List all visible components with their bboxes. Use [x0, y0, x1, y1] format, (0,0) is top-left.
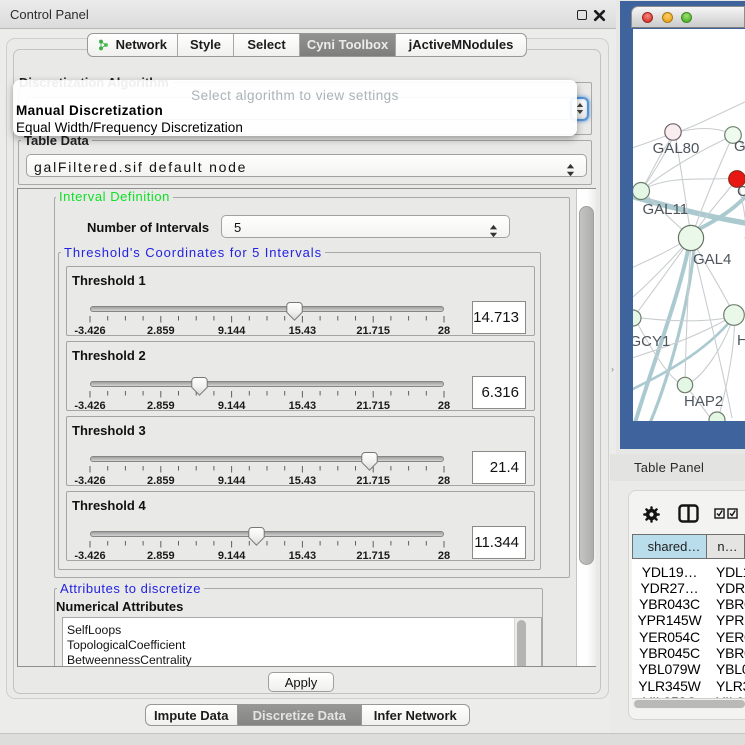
- svg-text:GAL4: GAL4: [693, 251, 731, 268]
- svg-text:GAL80: GAL80: [653, 140, 700, 157]
- svg-text:GAL11: GAL11: [643, 201, 689, 218]
- svg-text:GCY1: GCY1: [633, 333, 670, 350]
- svg-text:GA: GA: [734, 138, 745, 155]
- svg-text:HAP2: HAP2: [684, 393, 723, 410]
- svg-text:H: H: [737, 332, 745, 349]
- svg-text:C: C: [737, 183, 745, 200]
